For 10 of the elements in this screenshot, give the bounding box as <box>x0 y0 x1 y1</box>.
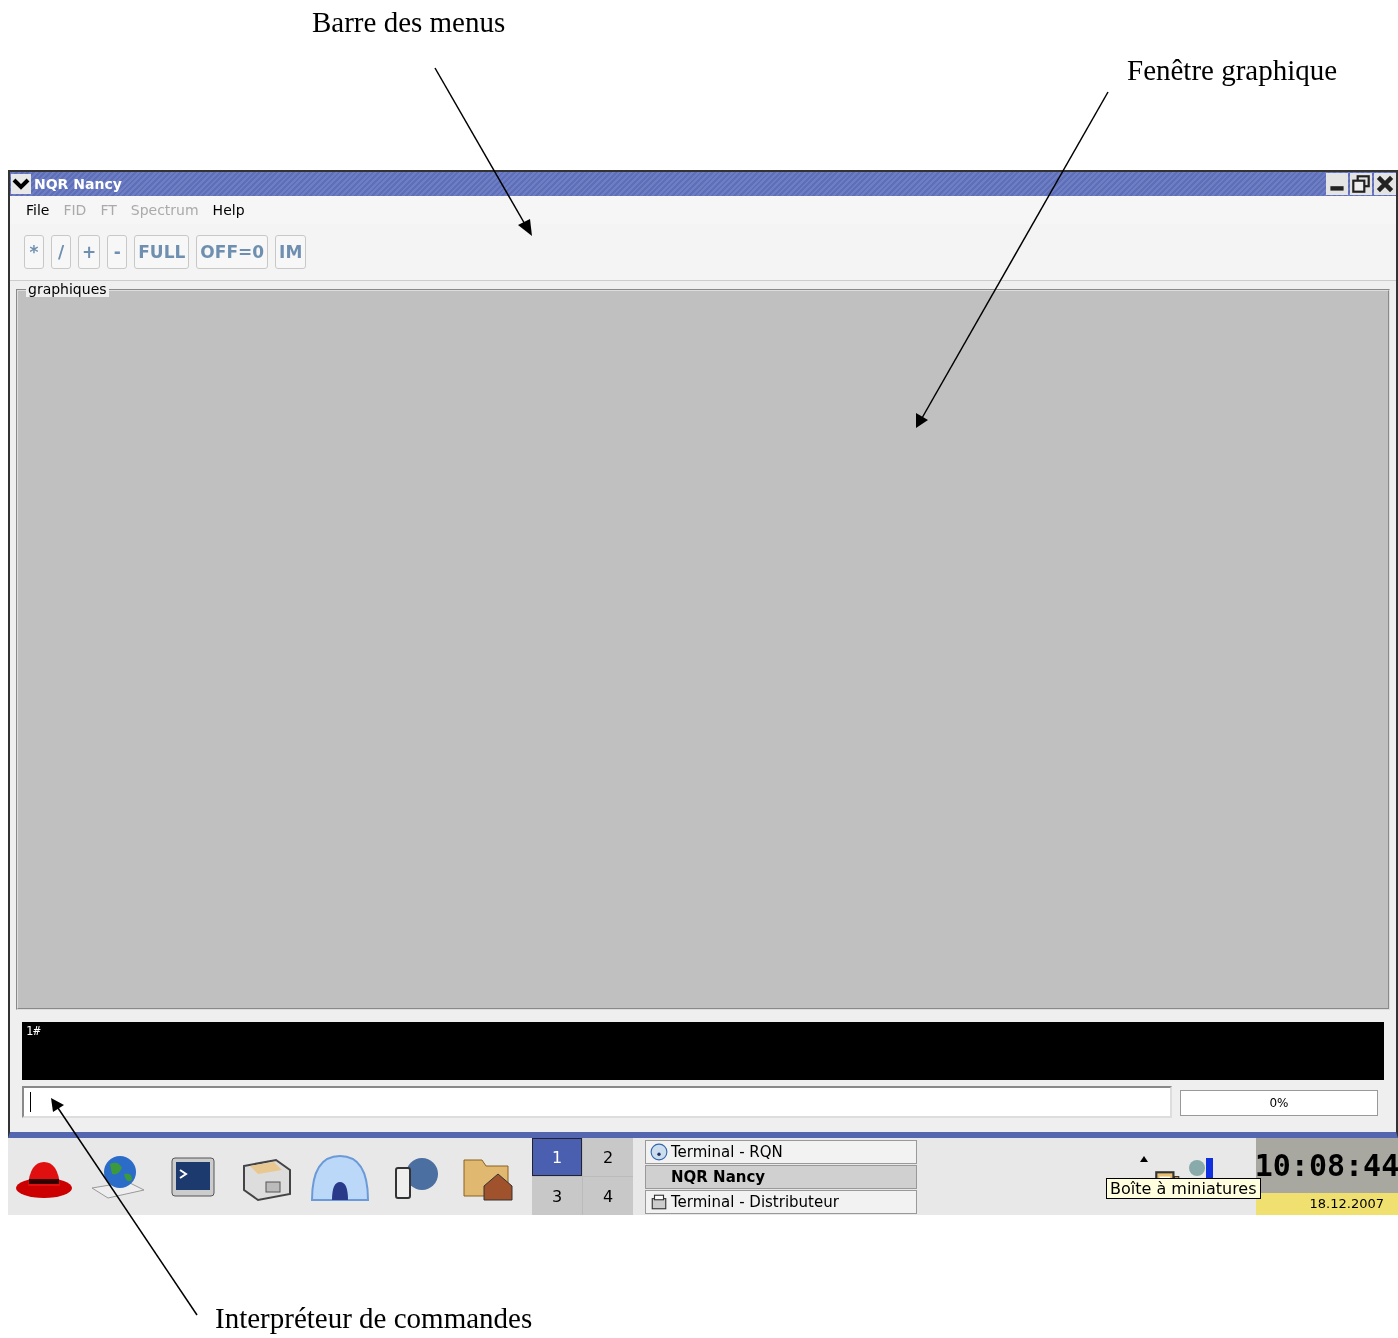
tooltip: Boîte à miniatures <box>1106 1178 1261 1199</box>
annotation-label: Fenêtre graphique <box>1127 54 1338 87</box>
console-output: 1# <box>22 1022 1384 1080</box>
annotation-label: Barre des menus <box>312 6 506 39</box>
clock-time: 10:08:44 <box>1256 1138 1398 1193</box>
panel-label: graphiques <box>26 281 109 297</box>
annotation-label: Interpréteur de commandes <box>215 1302 533 1335</box>
progress-reading: 0% <box>1269 1096 1289 1110</box>
clock-date: 18.12.2007 <box>1256 1193 1398 1215</box>
window-title: NQR Nancy <box>34 176 122 192</box>
